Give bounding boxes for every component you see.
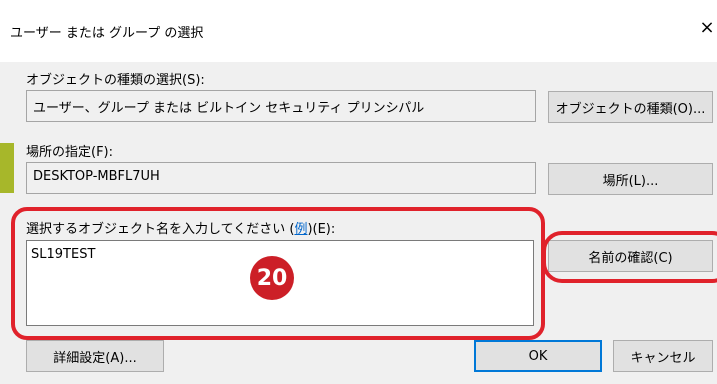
background-accent (0, 143, 14, 193)
close-icon[interactable]: × (699, 17, 715, 39)
cancel-button[interactable]: キャンセル (613, 340, 713, 372)
location-label: 場所の指定(F): (26, 145, 114, 160)
dialog-title: ユーザー または グループ の選択 (10, 26, 204, 41)
object-type-field: ユーザー、グループ または ビルトイン セキュリティ プリンシパル (26, 90, 536, 122)
locations-button[interactable]: 場所(L)... (548, 163, 713, 195)
title-bar: ユーザー または グループ の選択 × (0, 0, 717, 62)
object-type-label: オブジェクトの種類の選択(S): (26, 73, 205, 88)
object-types-button[interactable]: オブジェクトの種類(O)... (548, 91, 713, 123)
ok-button[interactable]: OK (474, 340, 602, 372)
check-names-highlight (542, 231, 717, 283)
location-field: DESKTOP-MBFL7UH (26, 162, 536, 194)
select-users-dialog: ユーザー または グループ の選択 × オブジェクトの種類の選択(S): ユーザ… (0, 0, 717, 384)
advanced-button[interactable]: 詳細設定(A)... (26, 340, 164, 372)
step-number-badge: 20 (250, 256, 294, 300)
